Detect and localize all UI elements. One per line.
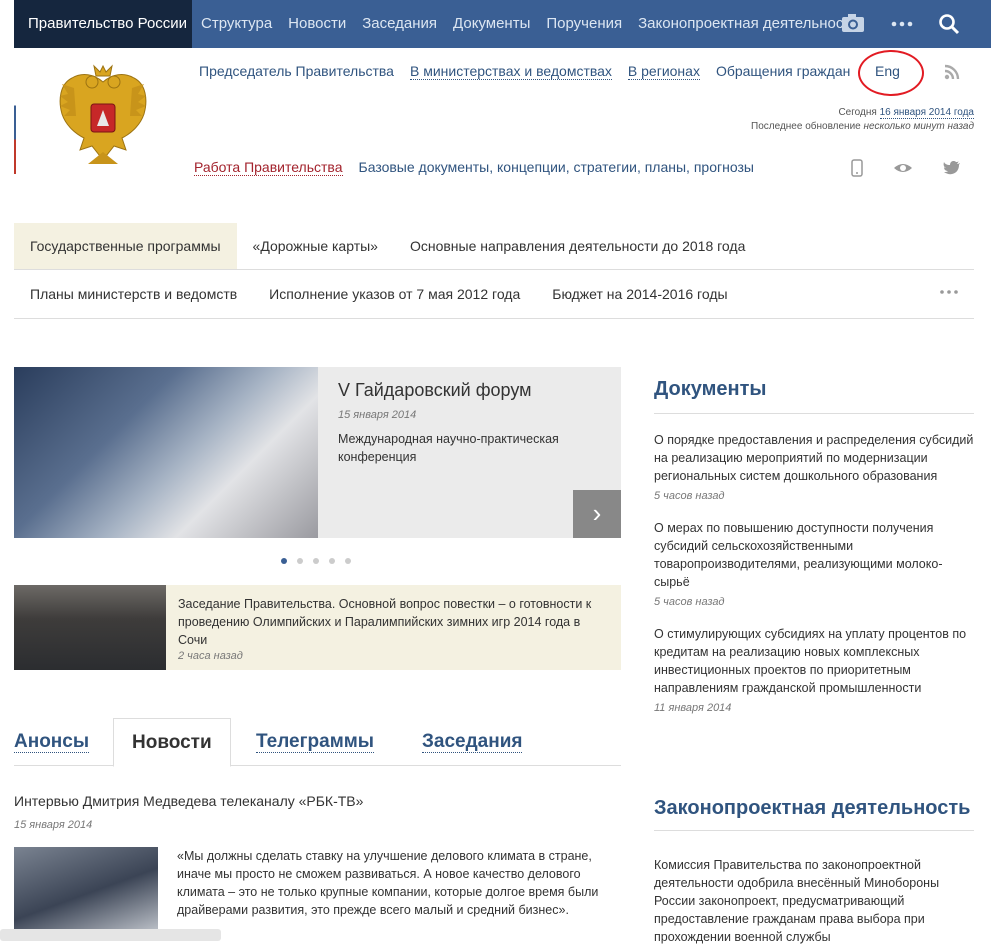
nav-orders[interactable]: Поручения xyxy=(546,0,622,48)
nav-legislation[interactable]: Законопроектная деятельность xyxy=(638,0,858,48)
link-base-documents[interactable]: Базовые документы, концепции, стратегии,… xyxy=(359,159,754,176)
slider-dot[interactable] xyxy=(281,558,287,564)
hero-title[interactable]: V Гайдаровский форум xyxy=(338,380,532,401)
article-photo[interactable] xyxy=(14,847,158,941)
link-regions[interactable]: В регионах xyxy=(627,63,700,80)
coat-of-arms-icon[interactable] xyxy=(54,64,152,174)
camera-icon[interactable] xyxy=(841,0,865,48)
documents-panel: Документы О порядке предоставления и рас… xyxy=(654,367,974,714)
tab-main-directions[interactable]: Основные направления деятельности до 201… xyxy=(394,223,761,269)
twitter-icon[interactable] xyxy=(943,159,961,177)
more-tabs-icon[interactable] xyxy=(940,270,958,332)
update-value: несколько минут назад xyxy=(863,121,974,132)
tab-meetings[interactable]: Заседания xyxy=(422,718,523,766)
link-government-work[interactable]: Работа Правительства xyxy=(194,159,343,176)
article-title[interactable]: Интервью Дмитрия Медведева телеканалу «Р… xyxy=(14,793,363,809)
next-slide-button[interactable]: › xyxy=(573,490,621,538)
forum-photo xyxy=(14,367,318,538)
article-date: 15 января 2014 xyxy=(14,819,93,831)
main-tabs: Анонсы Новости Телеграммы Заседания xyxy=(14,718,621,767)
hero-slide[interactable]: V Гайдаровский форум 15 января 2014 Межд… xyxy=(14,367,621,538)
today-date-link[interactable]: 16 января 2014 года xyxy=(879,107,974,119)
hero-text: Международная научно-практическая конфер… xyxy=(338,432,559,464)
nav-documents[interactable]: Документы xyxy=(453,0,530,48)
header-row2: Работа Правительства Базовые документы, … xyxy=(194,159,754,176)
documents-heading[interactable]: Документы xyxy=(654,367,974,414)
news-banner[interactable]: Заседание Правительства. Основной вопрос… xyxy=(14,585,621,670)
document-item[interactable]: О стимулирующих субсидиях на уплату проц… xyxy=(654,625,974,714)
today-label: Сегодня xyxy=(838,107,877,118)
date-block: Сегодня 16 января 2014 года Последнее об… xyxy=(751,106,974,134)
tab-budget[interactable]: Бюджет на 2014-2016 годы xyxy=(536,270,743,318)
rss-icon[interactable] xyxy=(944,64,960,80)
news-banner-text[interactable]: Заседание Правительства. Основной вопрос… xyxy=(178,595,608,649)
document-time: 5 часов назад xyxy=(654,596,725,608)
nav-structure[interactable]: Структура xyxy=(201,0,272,48)
link-ministries[interactable]: В министерствах и ведомствах xyxy=(409,63,612,80)
slider-dot[interactable] xyxy=(297,558,303,564)
slider-pager xyxy=(281,558,361,564)
tab-roadmaps[interactable]: «Дорожные карты» xyxy=(237,223,394,269)
mobile-icon[interactable] xyxy=(851,159,863,177)
top-nav-bar: Правительство России Структура Новости З… xyxy=(14,0,991,48)
tab-telegrams[interactable]: Телеграммы xyxy=(256,718,375,766)
tricolor-divider xyxy=(14,70,16,174)
nav-news[interactable]: Новости xyxy=(288,0,346,48)
document-title: О стимулирующих субсидиях на уплату проц… xyxy=(654,627,967,695)
legislation-text[interactable]: Комиссия Правительства по законопроектно… xyxy=(654,856,974,946)
legislation-panel: Законопроектная деятельность Комиссия Пр… xyxy=(654,787,974,946)
horizontal-scrollbar[interactable] xyxy=(0,929,221,941)
slider-dot[interactable] xyxy=(313,558,319,564)
link-appeals[interactable]: Обращения граждан xyxy=(716,63,850,80)
brand-link[interactable]: Правительство России xyxy=(14,0,192,48)
search-icon[interactable] xyxy=(938,0,960,48)
secondary-nav: Председатель Правительства В министерств… xyxy=(199,63,866,80)
document-time: 11 января 2014 xyxy=(654,702,732,714)
tab-ministry-plans[interactable]: Планы министерств и ведомств xyxy=(14,270,253,318)
more-icon[interactable] xyxy=(891,0,913,48)
document-item[interactable]: О порядке предоставления и распределения… xyxy=(654,431,974,502)
document-item[interactable]: О мерах по повышению доступности получен… xyxy=(654,519,974,608)
section-tabs-row1: Государственные программы «Дорожные карт… xyxy=(14,223,974,270)
article-text: «Мы должны сделать ставку на улучшение д… xyxy=(177,849,599,917)
nav-meetings[interactable]: Заседания xyxy=(362,0,437,48)
tab-news[interactable]: Новости xyxy=(113,718,231,767)
document-title: О мерах по повышению доступности получен… xyxy=(654,521,943,589)
eye-icon[interactable] xyxy=(893,159,913,177)
tab-state-programs[interactable]: Государственные программы xyxy=(14,223,237,269)
update-label: Последнее обновление xyxy=(751,121,861,132)
section-tabs-row2: Планы министерств и ведомств Исполнение … xyxy=(14,270,974,319)
tab-decrees-execution[interactable]: Исполнение указов от 7 мая 2012 года xyxy=(253,270,536,318)
document-title: О порядке предоставления и распределения… xyxy=(654,433,974,483)
highlight-circle-annotation xyxy=(858,50,924,96)
slider-dot[interactable] xyxy=(329,558,335,564)
tab-announcements[interactable]: Анонсы xyxy=(14,718,90,766)
news-banner-time: 2 часа назад xyxy=(178,650,243,662)
slider-dot[interactable] xyxy=(345,558,351,564)
legislation-heading[interactable]: Законопроектная деятельность xyxy=(654,787,974,831)
main-nav: Структура Новости Заседания Документы По… xyxy=(201,0,874,48)
meeting-photo xyxy=(14,585,166,670)
hero-date: 15 января 2014 xyxy=(338,409,417,421)
link-chairman[interactable]: Председатель Правительства xyxy=(199,63,394,80)
document-time: 5 часов назад xyxy=(654,490,725,502)
